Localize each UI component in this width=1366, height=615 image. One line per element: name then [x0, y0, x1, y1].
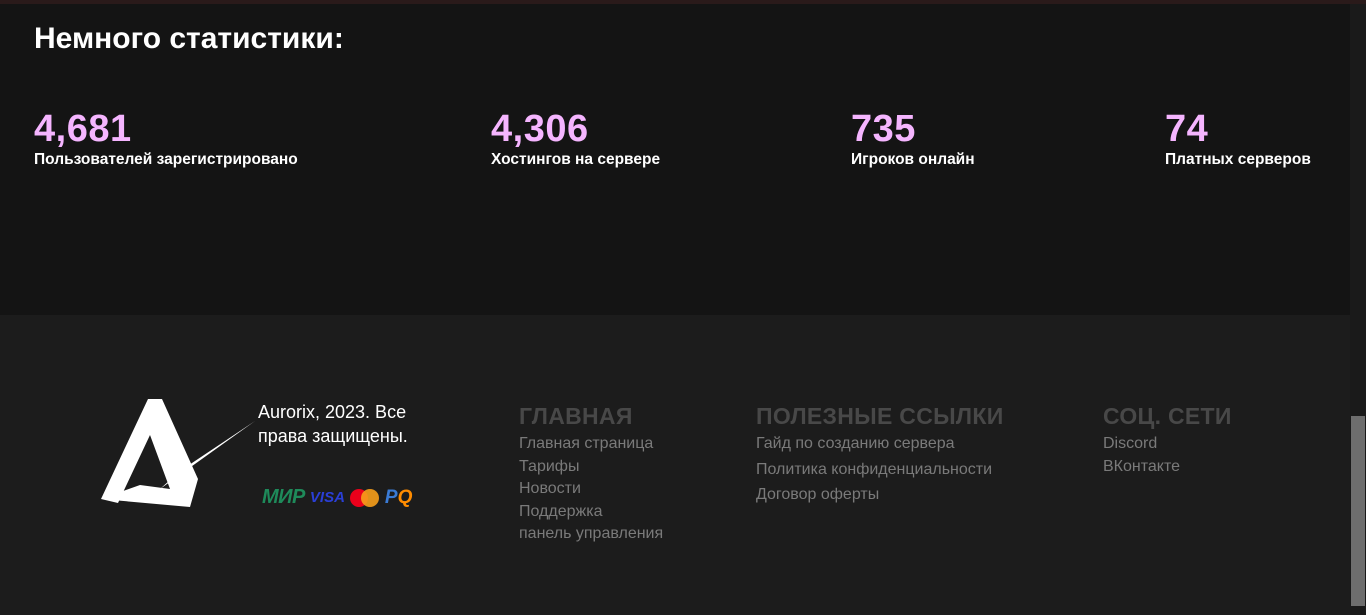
stat-label: Хостингов на сервере [491, 151, 661, 168]
visa-logo: VISA [309, 489, 345, 506]
statistics-section: Немного статистики: 4,681 Пользователей … [0, 4, 1350, 315]
column-title: СОЦ. СЕТИ [1103, 403, 1232, 429]
stat-value: 4,306 [491, 108, 589, 150]
link-support[interactable]: Поддержка [519, 501, 663, 524]
copyright-text: Aurorix, 2023. Все права защищены. [258, 402, 408, 446]
scrollbar-thumb[interactable] [1351, 416, 1365, 606]
mastercard-icon [349, 488, 380, 508]
statistics-title: Немного статистики: [34, 22, 344, 55]
aurorix-logo-icon[interactable] [100, 399, 256, 511]
stat-paid-servers: 74 Платных серверов [1165, 108, 1311, 169]
pq-main: P [384, 486, 398, 508]
link-news[interactable]: Новости [519, 478, 663, 501]
link-discord[interactable]: Discord [1103, 433, 1232, 456]
page-scrollbar[interactable] [1350, 4, 1366, 615]
stat-label: Пользователей зарегистрировано [34, 151, 298, 168]
stat-value: 735 [851, 108, 916, 150]
stat-label: Платных серверов [1165, 151, 1311, 168]
stat-hostings: 4,306 Хостингов на сервере [491, 108, 660, 169]
link-control-panel[interactable]: панель управления [519, 523, 663, 546]
footer-column-main: ГЛАВНАЯ Главная страница Тарифы Новости … [519, 403, 663, 546]
link-privacy-policy[interactable]: Политика конфиденциальности [756, 457, 1004, 483]
link-vkontakte[interactable]: ВКонтакте [1103, 456, 1232, 479]
footer: Aurorix, 2023. Все права защищены. МИР V… [0, 315, 1350, 615]
stat-players-online: 735 Игроков онлайн [851, 108, 975, 169]
link-home[interactable]: Главная страница [519, 433, 663, 456]
pq-logo: PQ [385, 487, 412, 509]
payment-methods: МИР VISA PQ [262, 486, 412, 509]
link-offer-agreement[interactable]: Договор оферты [756, 482, 1004, 508]
column-title: ПОЛЕЗНЫЕ ССЫЛКИ [756, 403, 1004, 429]
link-server-guide[interactable]: Гайд по созданию сервера [756, 431, 1004, 457]
column-title: ГЛАВНАЯ [519, 403, 633, 429]
mir-logo: МИР [262, 486, 305, 508]
page: Немного статистики: 4,681 Пользователей … [0, 0, 1366, 615]
stat-value: 74 [1165, 108, 1209, 150]
link-tariffs[interactable]: Тарифы [519, 456, 663, 479]
footer-column-social: СОЦ. СЕТИ Discord ВКонтакте [1103, 403, 1232, 478]
stat-registered-users: 4,681 Пользователей зарегистрировано [34, 108, 298, 169]
pq-accent: Q [397, 486, 413, 508]
stat-label: Игроков онлайн [851, 151, 975, 168]
stat-value: 4,681 [34, 108, 132, 150]
footer-column-useful: ПОЛЕЗНЫЕ ССЫЛКИ Гайд по созданию сервера… [756, 403, 1004, 508]
